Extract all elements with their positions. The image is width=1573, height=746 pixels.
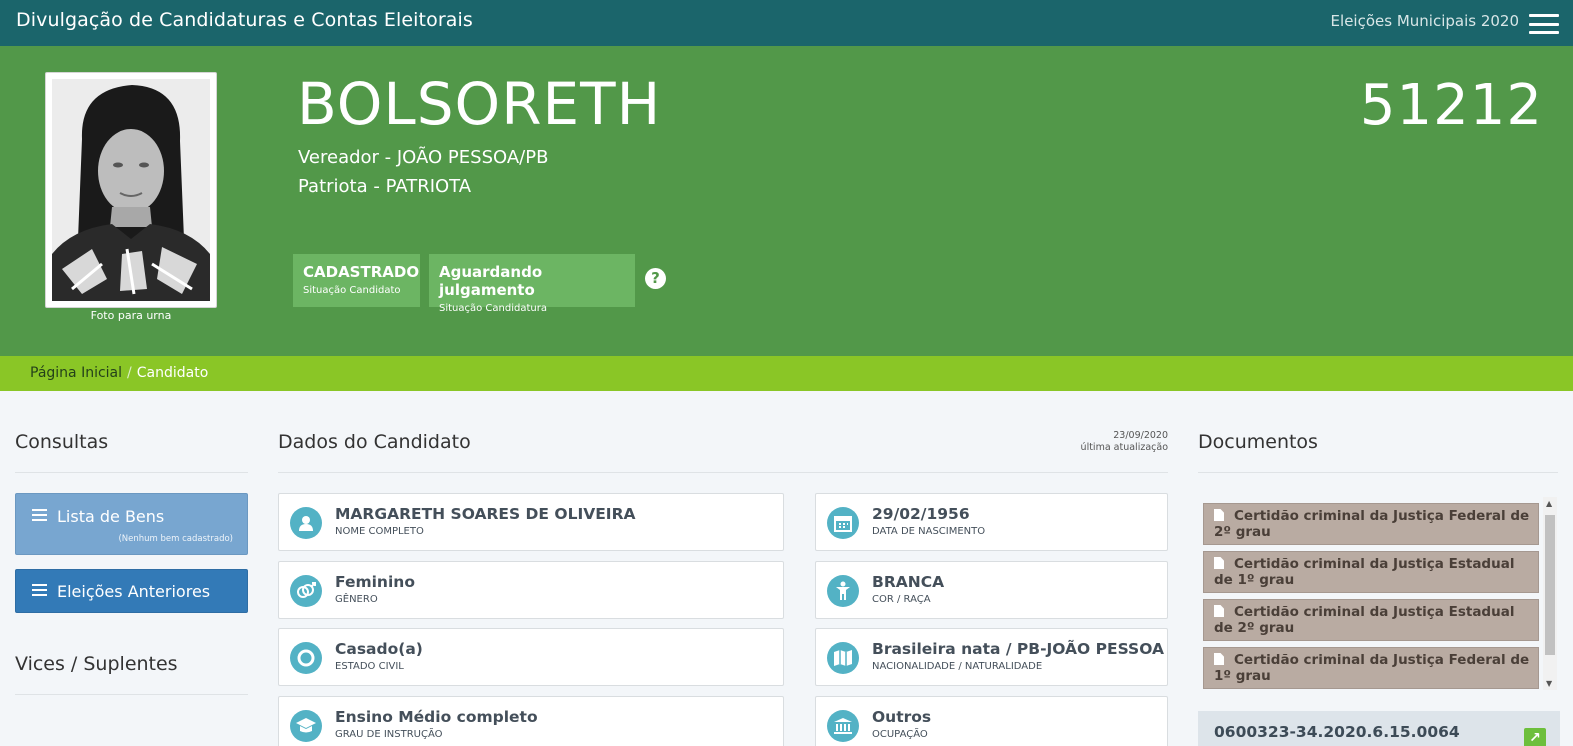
help-icon[interactable]: ? [645, 268, 666, 289]
scroll-up-icon[interactable]: ▲ [1546, 499, 1552, 508]
info-card-ocupacao: Outros OCUPAÇÃO [815, 696, 1168, 746]
election-label: Eleições Municipais 2020 [1330, 12, 1519, 30]
last-updated: 23/09/2020 última atualização [1020, 430, 1168, 454]
status-value: CADASTRADO [303, 263, 420, 281]
status-label: Situação Candidato [303, 285, 401, 296]
info-label: COR / RAÇA [872, 594, 931, 605]
building-icon [827, 710, 859, 742]
breadcrumb-home-link[interactable]: Página Inicial [30, 365, 122, 381]
app-title[interactable]: Divulgação de Candidaturas e Contas Elei… [16, 9, 473, 31]
file-icon [1214, 557, 1224, 569]
updated-date: 23/09/2020 [1113, 430, 1168, 441]
candidate-number: 51212 [1359, 73, 1543, 138]
divider [15, 694, 248, 695]
processo-box[interactable]: 0600323-34.2020.6.15.0064 ↗ [1198, 711, 1560, 746]
divider [1198, 472, 1558, 473]
calendar-icon [827, 507, 859, 539]
document-label: Certidão criminal da Justiça Estadual de… [1214, 556, 1515, 588]
breadcrumb: Página Inicial / Candidato [0, 356, 1573, 391]
info-card-nacionalidade: Brasileira nata / PB-JOÃO PESSOA NACIONA… [815, 628, 1168, 686]
document-item[interactable]: Certidão criminal da Justiça Federal de … [1203, 503, 1539, 545]
processo-number: 0600323-34.2020.6.15.0064 [1214, 723, 1460, 741]
info-label: GÊNERO [335, 594, 378, 605]
info-value: 29/02/1956 [872, 505, 970, 523]
document-label: Certidão criminal da Justiça Federal de … [1214, 508, 1530, 540]
lista-bens-button[interactable]: Lista de Bens (Nenhum bem cadastrado) [15, 493, 248, 555]
info-value: Ensino Médio completo [335, 708, 538, 726]
breadcrumb-current: Candidato [136, 365, 209, 381]
candidate-name: BOLSORETH [297, 70, 662, 138]
info-card-nome: MARGARETH SOARES DE OLIVEIRA NOME COMPLE… [278, 493, 784, 551]
status-badge-candidacy: Aguardando julgamento Situação Candidatu… [429, 254, 635, 314]
list-icon [32, 509, 47, 521]
consultas-title: Consultas [15, 431, 109, 453]
top-navbar: Divulgação de Candidaturas e Contas Elei… [0, 0, 1573, 46]
scroll-down-icon[interactable]: ▼ [1546, 679, 1552, 688]
file-icon [1214, 509, 1224, 521]
info-card-instrucao: Ensino Médio completo GRAU DE INSTRUÇÃO [278, 696, 784, 746]
scrollbar-thumb[interactable] [1545, 515, 1555, 655]
document-label: Certidão criminal da Justiça Federal de … [1214, 652, 1530, 684]
divider [15, 472, 248, 473]
graduation-cap-icon [290, 710, 322, 742]
list-icon [32, 584, 47, 596]
info-value: MARGARETH SOARES DE OLIVEIRA [335, 505, 636, 523]
info-label: ESTADO CIVIL [335, 661, 404, 672]
info-label: NOME COMPLETO [335, 526, 424, 537]
button-label: Lista de Bens [57, 507, 165, 526]
person-icon [827, 575, 859, 607]
document-item[interactable]: Certidão criminal da Justiça Estadual de… [1203, 599, 1539, 641]
eleicoes-anteriores-button[interactable]: Eleições Anteriores [15, 569, 248, 613]
candidate-photo-frame [45, 72, 217, 308]
info-value: Outros [872, 708, 932, 726]
info-card-genero: Feminino GÊNERO [278, 561, 784, 619]
file-icon [1214, 605, 1224, 617]
document-item[interactable]: Certidão criminal da Justiça Federal de … [1203, 647, 1539, 689]
candidate-header: Foto para urna BOLSORETH Vereador - JOÃO… [0, 46, 1573, 356]
button-sublabel: (Nenhum bem cadastrado) [118, 534, 233, 544]
candidate-party: Patriota - PATRIOTA [298, 176, 472, 197]
vices-suplentes-title: Vices / Suplentes [15, 653, 178, 675]
documentos-title: Documentos [1198, 431, 1318, 453]
external-link-icon[interactable]: ↗ [1524, 728, 1546, 746]
menu-icon[interactable] [1529, 14, 1559, 34]
photo-caption: Foto para urna [90, 309, 172, 322]
info-value: Casado(a) [335, 640, 423, 658]
documents-list: Certidão criminal da Justiça Federal de … [1198, 497, 1558, 690]
info-value: Feminino [335, 573, 415, 591]
document-item[interactable]: Certidão criminal da Justiça Estadual de… [1203, 551, 1539, 593]
ring-icon [290, 642, 322, 674]
candidate-office: Vereador - JOÃO PESSOA/PB [298, 147, 549, 168]
map-icon [827, 642, 859, 674]
documents-scrollbar[interactable]: ▲ ▼ [1543, 497, 1557, 690]
info-label: NACIONALIDADE / NATURALIDADE [872, 661, 1043, 672]
user-icon [290, 507, 322, 539]
status-badge-candidate: CADASTRADO Situação Candidato [293, 254, 420, 307]
info-label: DATA DE NASCIMENTO [872, 526, 986, 537]
info-label: OCUPAÇÃO [872, 729, 928, 740]
info-card-cor-raca: BRANCA COR / RAÇA [815, 561, 1168, 619]
gender-icon [290, 575, 322, 607]
status-label: Situação Candidatura [439, 303, 547, 314]
info-value: BRANCA [872, 573, 945, 591]
info-label: GRAU DE INSTRUÇÃO [335, 729, 443, 740]
dados-title: Dados do Candidato [278, 431, 471, 453]
candidate-photo [52, 79, 210, 301]
updated-label: última atualização [1080, 442, 1168, 453]
breadcrumb-separator: / [127, 365, 132, 381]
button-label: Eleições Anteriores [57, 582, 211, 601]
status-value: Aguardando julgamento [439, 263, 543, 299]
info-value: Brasileira nata / PB-JOÃO PESSOA [872, 640, 1164, 658]
file-icon [1214, 653, 1224, 665]
info-card-nascimento: 29/02/1956 DATA DE NASCIMENTO [815, 493, 1168, 551]
info-card-estado-civil: Casado(a) ESTADO CIVIL [278, 628, 784, 686]
document-label: Certidão criminal da Justiça Estadual de… [1214, 604, 1515, 636]
divider [278, 472, 1168, 473]
